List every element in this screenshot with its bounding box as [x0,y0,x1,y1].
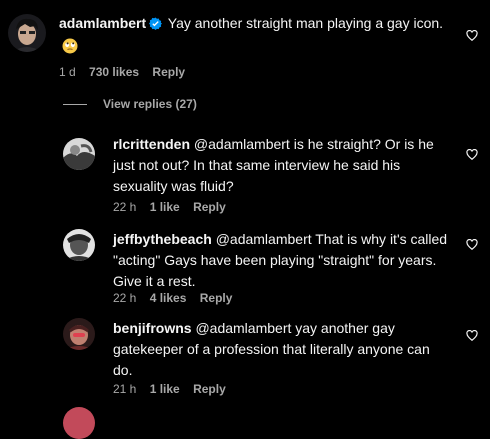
reply-meta: 21 h 1 like Reply [113,381,236,397]
avatar-jeffbythebeach[interactable] [63,229,95,261]
comment-likes[interactable]: 730 likes [89,65,139,79]
reply-likes[interactable]: 1 like [150,382,180,396]
reply-comment: benjifrowns @adamlambert yay another gay… [0,316,490,400]
avatar-image [63,138,95,170]
main-comment: adamlambert Yay another straight man pla… [0,0,490,90]
avatar-rlcrittenden[interactable] [63,138,95,170]
reply-time: 21 h [113,382,137,396]
username-adamlambert[interactable]: adamlambert [59,15,146,31]
reply-likes[interactable]: 1 like [150,200,180,214]
reply-comment: jeffbythebeach @adamlambert That is why … [0,225,490,307]
username-jeffbythebeach[interactable]: jeffbythebeach [113,231,212,247]
avatar-image [8,14,46,52]
reply-time: 22 h [113,200,137,214]
main-comment-meta: 1 d 730 likes Reply [59,64,195,80]
reply-button[interactable]: Reply [193,200,226,214]
comment-time: 1 d [59,65,76,79]
rolling-eyes-emoji-icon [62,38,78,60]
username-benjifrowns[interactable]: benjifrowns [113,320,192,336]
username-rlcrittenden[interactable]: rlcrittenden [113,136,190,152]
view-replies-button[interactable]: View replies (27) [63,97,197,111]
reply-time: 22 h [113,291,137,305]
avatar-image [63,318,95,350]
avatar-benjifrowns[interactable] [63,318,95,350]
like-button[interactable] [466,147,478,165]
verified-badge-icon [149,15,163,36]
avatar-image [63,229,95,261]
avatar-next-reply[interactable] [63,407,95,439]
reply-body: benjifrowns @adamlambert yay another gay… [113,318,453,381]
heart-outline-icon [466,238,478,251]
reply-button[interactable]: Reply [193,382,226,396]
heart-outline-icon [466,148,478,161]
reply-body: jeffbythebeach @adamlambert That is why … [113,229,453,292]
reply-button[interactable]: Reply [152,65,185,79]
reply-meta: 22 h 1 like Reply [113,199,236,215]
avatar-image [63,407,95,439]
avatar-adamlambert[interactable] [8,14,46,52]
reply-likes[interactable]: 4 likes [150,291,187,305]
heart-outline-icon [466,329,478,342]
view-replies-label: View replies (27) [103,97,197,111]
heart-outline-icon [466,29,478,42]
reply-meta: 22 h 4 likes Reply [113,290,242,306]
view-replies-divider [63,104,87,106]
like-button[interactable] [466,28,478,46]
reply-button[interactable]: Reply [200,291,233,305]
like-button[interactable] [466,237,478,255]
main-comment-text: Yay another straight man playing a gay i… [167,15,444,31]
reply-comment: rlcrittenden @adamlambert is he straight… [0,130,490,218]
main-comment-body: adamlambert Yay another straight man pla… [59,13,449,60]
like-button[interactable] [466,328,478,346]
reply-body: rlcrittenden @adamlambert is he straight… [113,134,453,197]
